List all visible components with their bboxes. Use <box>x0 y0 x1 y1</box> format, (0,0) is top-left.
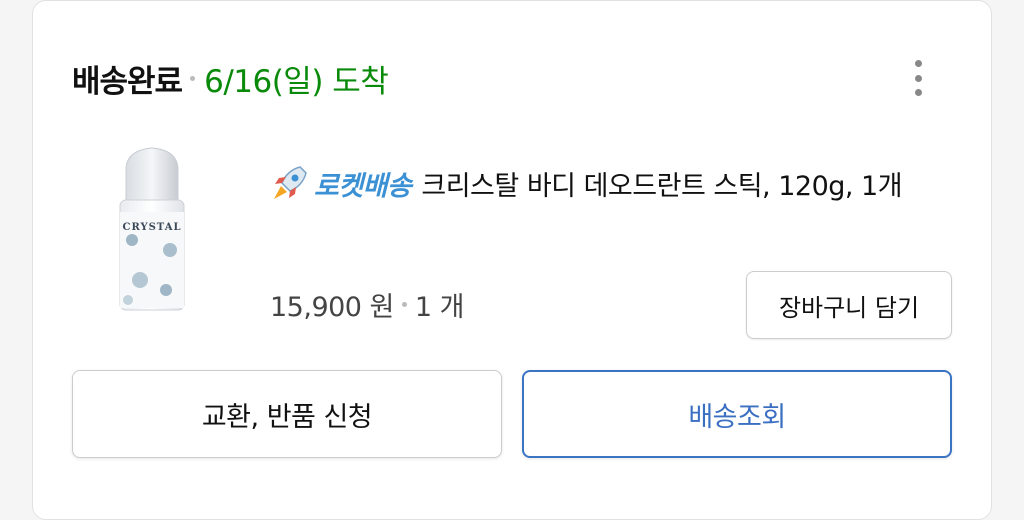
more-vertical-icon[interactable] <box>900 56 936 100</box>
product-name[interactable]: 크리스탈 바디 데오드란트 스틱, 120g, 1개 <box>421 171 902 202</box>
delivery-status: 배송완료 <box>72 63 183 100</box>
order-status-row: 배송완료 6/16(일) 도착 <box>72 54 389 102</box>
product-quantity: 1 개 <box>414 291 465 323</box>
price-row: 15,900 원 1 개 <box>270 282 465 326</box>
rocket-icon <box>274 166 307 199</box>
return-exchange-button[interactable]: 교환, 반품 신청 <box>72 370 502 458</box>
separator-dot <box>190 75 196 81</box>
product-title[interactable]: 로켓배송 크리스탈 바디 데오드란트 스틱, 120g, 1개 <box>270 158 950 216</box>
add-to-cart-button[interactable]: 장바구니 담기 <box>746 271 952 339</box>
separator-dot <box>401 301 407 307</box>
product-image-brand: CRYSTAL <box>122 222 182 233</box>
rocket-delivery-badge: 로켓배송 <box>314 171 412 202</box>
track-delivery-button[interactable]: 배송조회 <box>522 370 952 458</box>
arrival-date: 6/16(일) 도착 <box>204 63 389 100</box>
product-price: 15,900 원 <box>270 291 394 323</box>
product-image[interactable]: CRYSTAL <box>104 140 200 315</box>
